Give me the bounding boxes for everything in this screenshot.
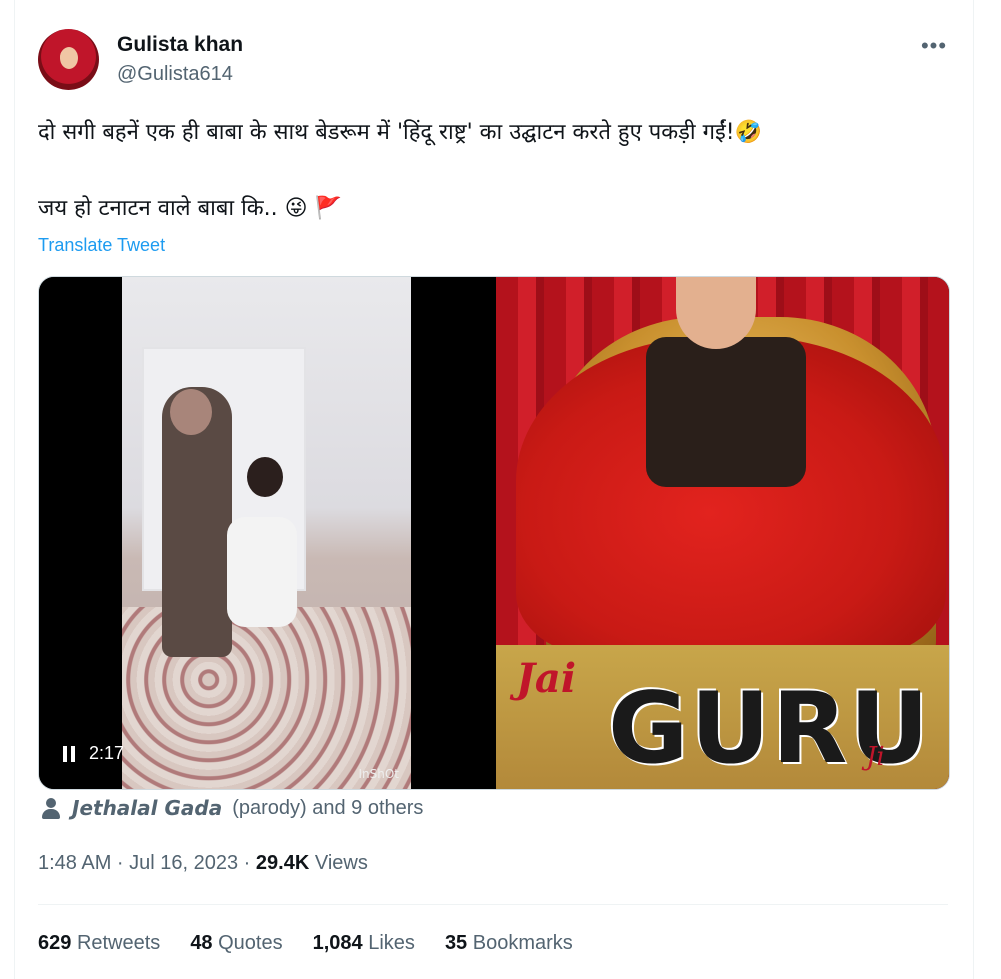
image-text-jai: Jai: [516, 655, 577, 702]
stat-label: Bookmarks: [472, 932, 573, 954]
tagged-others[interactable]: (parody) and 9 others: [232, 797, 423, 820]
more-horizontal-icon[interactable]: •••: [918, 30, 950, 62]
stat-label: Likes: [368, 932, 415, 954]
author-handle[interactable]: @Gulista614: [117, 63, 233, 86]
stat-count: 1,084: [312, 932, 363, 954]
translate-tweet-link[interactable]: Translate Tweet: [38, 235, 165, 256]
tagged-user-name[interactable]: Jethalal Gada: [72, 796, 222, 820]
stat-label: Quotes: [218, 932, 283, 954]
author-display-name[interactable]: Gulista khan: [117, 33, 243, 57]
image-text-ji: Ji: [866, 742, 885, 772]
tweet-text-line-2: जय हो टनाटन वाले बाबा कि.. 😜 🚩: [38, 196, 342, 221]
stat-quotes[interactable]: 48 Quotes: [190, 932, 282, 955]
stat-bookmarks[interactable]: 35 Bookmarks: [445, 932, 573, 955]
avatar[interactable]: [38, 29, 99, 90]
tagged-users[interactable]: Jethalal Gada (parody) and 9 others: [40, 796, 423, 820]
video-frame: InShOt: [122, 277, 411, 789]
video-controls[interactable]: 2:17: [63, 743, 124, 764]
engagement-stats: 629 Retweets 48 Quotes 1,084 Likes 35 Bo…: [38, 932, 573, 955]
tweet-image[interactable]: Jai GURU Ji: [496, 277, 949, 789]
video-player[interactable]: InShOt 2:17: [39, 277, 492, 789]
person-icon: [40, 797, 62, 819]
tweet-text-line-1: दो सगी बहनें एक ही बाबा के साथ बेडरूम मे…: [38, 120, 763, 145]
views-count: 29.4K: [255, 852, 310, 874]
pause-icon[interactable]: [63, 745, 75, 762]
stat-likes[interactable]: 1,084 Likes: [313, 932, 415, 955]
divider: [38, 904, 948, 905]
video-watermark: InShOt: [358, 767, 399, 781]
tweet-time[interactable]: 1:48 AM · Jul 16, 2023 ·: [38, 852, 256, 874]
tweet-timestamp: 1:48 AM · Jul 16, 2023 · 29.4K Views: [38, 852, 368, 875]
stat-count: 48: [190, 932, 213, 954]
stat-count: 629: [38, 932, 72, 954]
media-grid: InShOt 2:17 Jai GURU Ji: [38, 276, 950, 790]
tweet-text: दो सगी बहनें एक ही बाबा के साथ बेडरूम मे…: [38, 118, 938, 221]
stat-retweets[interactable]: 629 Retweets: [38, 932, 160, 955]
stat-label: Retweets: [76, 932, 161, 954]
video-time: 2:17: [89, 743, 125, 763]
views-label: Views: [309, 852, 368, 874]
stat-count: 35: [444, 932, 468, 954]
